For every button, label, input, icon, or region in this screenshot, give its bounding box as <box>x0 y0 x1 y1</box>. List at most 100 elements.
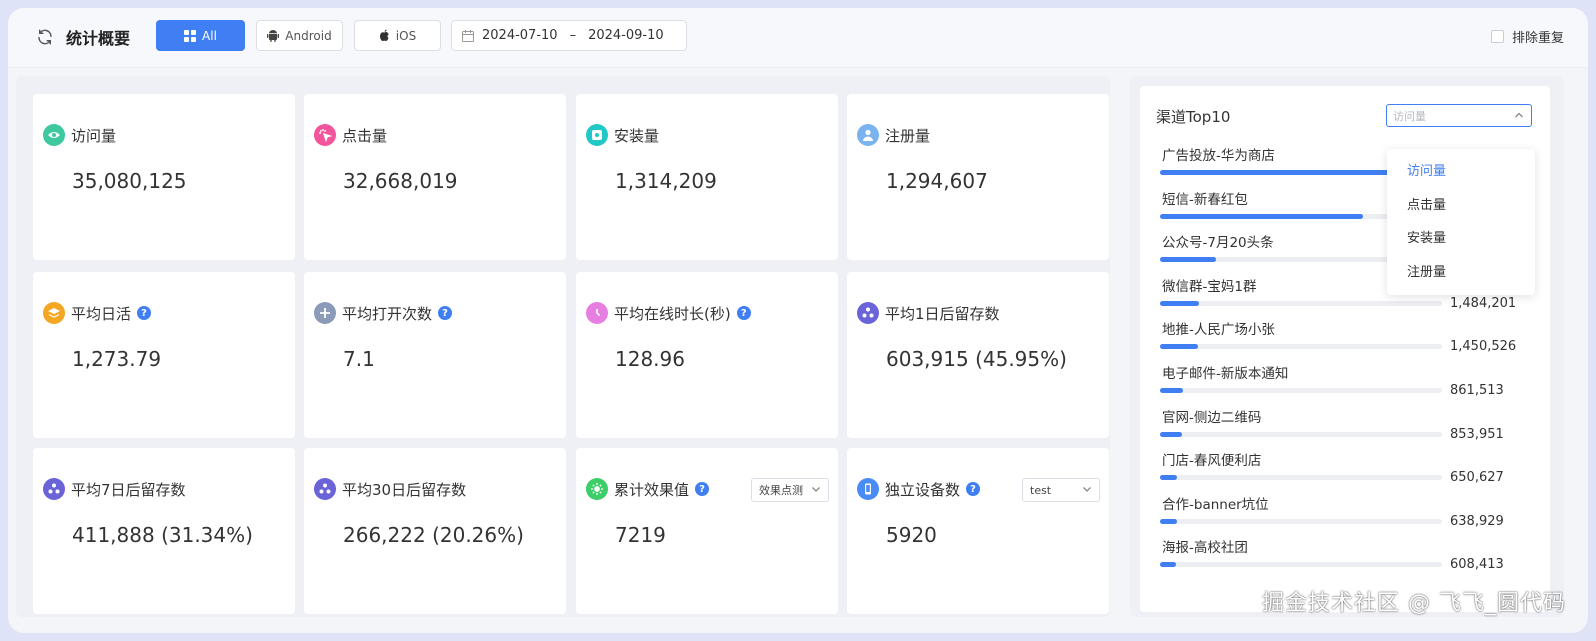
stat-card-value: 35,080,125 <box>72 169 187 193</box>
date-start: 2024-07-10 <box>482 28 558 43</box>
stat-card-header: 平均在线时长(秒)? <box>586 302 751 324</box>
stat-card-header: 平均7日后留存数 <box>43 478 186 500</box>
channel-value: 650,627 <box>1450 470 1504 486</box>
dropdown-option[interactable]: 注册量 <box>1387 256 1535 290</box>
stat-card-label: 平均日活 <box>71 304 132 323</box>
stat-card-value: 411,888 (31.34%) <box>72 523 253 547</box>
stat-card-value: 1,314,209 <box>615 169 717 193</box>
filter-all-label: All <box>202 28 217 43</box>
channel-bar-track <box>1160 518 1442 524</box>
date-separator: – <box>569 28 577 43</box>
channel-bar-fill <box>1160 431 1183 437</box>
android-icon <box>267 30 280 42</box>
help-icon[interactable]: ? <box>736 306 751 320</box>
channel-name: 广告投放-华为商店 <box>1162 148 1275 164</box>
stat-card-label: 注册量 <box>885 126 931 145</box>
stat-card-header: 访问量 <box>43 124 116 146</box>
stat-card-select[interactable]: test <box>1022 478 1100 502</box>
help-icon[interactable]: ? <box>966 482 981 496</box>
watermark: 掘金技术社区 @ 飞飞_圆代码 <box>1262 591 1566 616</box>
channel-bar-track <box>1160 300 1442 306</box>
retention-icon <box>43 478 65 500</box>
stat-card-header: 独立设备数? <box>857 478 981 500</box>
dropdown-option[interactable]: 访问量 <box>1387 155 1535 189</box>
dropdown-option[interactable]: 点击量 <box>1387 189 1535 223</box>
channel-item: 门店-春风便利店 650,627 <box>1160 449 1530 493</box>
stat-card-header: 注册量 <box>857 124 930 146</box>
channel-value: 608,413 <box>1450 557 1504 573</box>
stat-card-value: 1,294,607 <box>886 169 988 193</box>
page-title: 统计概要 <box>66 29 131 48</box>
filter-ios-button[interactable]: iOS <box>354 20 441 51</box>
channel-item: 合作-banner坑位 638,929 <box>1160 493 1530 537</box>
plus-icon <box>314 302 336 324</box>
channel-name: 地推-人民广场小张 <box>1162 322 1275 339</box>
stat-card-value: 128.96 <box>615 347 685 371</box>
channel-bar-track <box>1160 562 1442 568</box>
channel-item: 官网-侧边二维码 853,951 <box>1160 406 1530 450</box>
stat-card: 平均日活? 1,273.79 <box>33 272 295 438</box>
stat-card-value: 32,668,019 <box>343 169 458 193</box>
stat-card-value: 7.1 <box>343 347 375 371</box>
channel-item: 海报-高校社团 608,413 <box>1160 536 1530 580</box>
stat-card-label: 平均1日后留存数 <box>885 304 1000 323</box>
channel-select-placeholder: 访问量 <box>1393 109 1426 123</box>
channel-bar-track <box>1160 475 1442 481</box>
channel-title: 渠道Top10 <box>1156 108 1231 126</box>
stat-card-select[interactable]: 效果点测 <box>751 478 829 502</box>
channel-bar-track <box>1160 431 1442 437</box>
grid-icon <box>184 29 197 42</box>
stat-card-header: 平均日活? <box>43 302 152 324</box>
stat-card-header: 累计效果值? <box>586 478 710 500</box>
stats-grid: 访问量 35,080,125 点击量 32,668,019 安装量 1,314,209 注册… <box>16 76 1110 617</box>
filter-android-button[interactable]: Android <box>256 20 343 51</box>
channel-bar-fill <box>1160 300 1200 306</box>
stat-card-label: 平均在线时长(秒) <box>614 304 731 323</box>
refresh-icon[interactable] <box>36 28 54 46</box>
filter-android-label: Android <box>285 28 332 43</box>
stat-card: 平均打开次数? 7.1 <box>304 272 566 438</box>
toolbar: 统计概要 All Android iOS 2024-07-10 – 2024-0… <box>8 8 1588 68</box>
eye-icon <box>43 124 65 146</box>
stat-card: 累计效果值? 效果点测 7219 <box>576 448 838 614</box>
filter-all-button[interactable]: All <box>156 20 245 51</box>
dropdown-option[interactable]: 安装量 <box>1387 222 1535 256</box>
stat-card-value: 603,915 (45.95%) <box>886 347 1067 371</box>
chevron-down-icon <box>810 483 822 498</box>
stat-card-label: 平均打开次数 <box>342 304 433 323</box>
help-icon[interactable]: ? <box>438 306 453 320</box>
channel-value: 1,484,201 <box>1450 295 1517 311</box>
stat-card-label: 平均7日后留存数 <box>71 480 186 499</box>
channel-bar-track <box>1160 344 1442 350</box>
stat-card-label: 访问量 <box>71 126 117 145</box>
apple-icon <box>379 29 389 41</box>
help-icon[interactable]: ? <box>695 482 710 496</box>
metric-dropdown-menu: 访问量 点击量 安装量 注册量 <box>1387 149 1535 295</box>
channel-metric-select[interactable]: 访问量 <box>1386 104 1532 127</box>
channel-name: 海报-高校社团 <box>1162 540 1248 557</box>
stat-card: 平均7日后留存数 411,888 (31.34%) <box>33 448 295 614</box>
install-icon <box>586 124 608 146</box>
stat-card: 平均在线时长(秒)? 128.96 <box>576 272 838 438</box>
chevron-down-icon <box>1081 483 1093 498</box>
stat-card-value: 5920 <box>886 523 937 547</box>
channel-value: 861,513 <box>1450 382 1504 398</box>
stat-card-header: 点击量 <box>314 124 387 146</box>
layers-icon <box>43 302 65 324</box>
stat-card-header: 平均打开次数? <box>314 302 453 324</box>
device-icon <box>857 478 879 500</box>
channel-name: 官网-侧边二维码 <box>1162 409 1262 426</box>
stat-card: 独立设备数? test 5920 <box>847 448 1109 614</box>
date-range-picker[interactable]: 2024-07-10 – 2024-09-10 <box>451 20 687 51</box>
channel-item: 电子邮件-新版本通知 861,513 <box>1160 362 1530 406</box>
chevron-up-icon <box>1515 112 1523 118</box>
channel-bar-fill <box>1160 170 1392 175</box>
help-icon[interactable]: ? <box>137 306 152 320</box>
stat-card-label: 平均30日后留存数 <box>342 480 467 499</box>
dedupe-checkbox[interactable] <box>1490 30 1504 43</box>
stat-card-label: 独立设备数 <box>885 480 961 499</box>
date-end: 2024-09-10 <box>588 28 664 43</box>
stat-card-header: 安装量 <box>586 124 659 146</box>
dedupe-toggle[interactable]: 排除重复 <box>1490 27 1564 46</box>
stat-card-label: 安装量 <box>614 126 660 145</box>
